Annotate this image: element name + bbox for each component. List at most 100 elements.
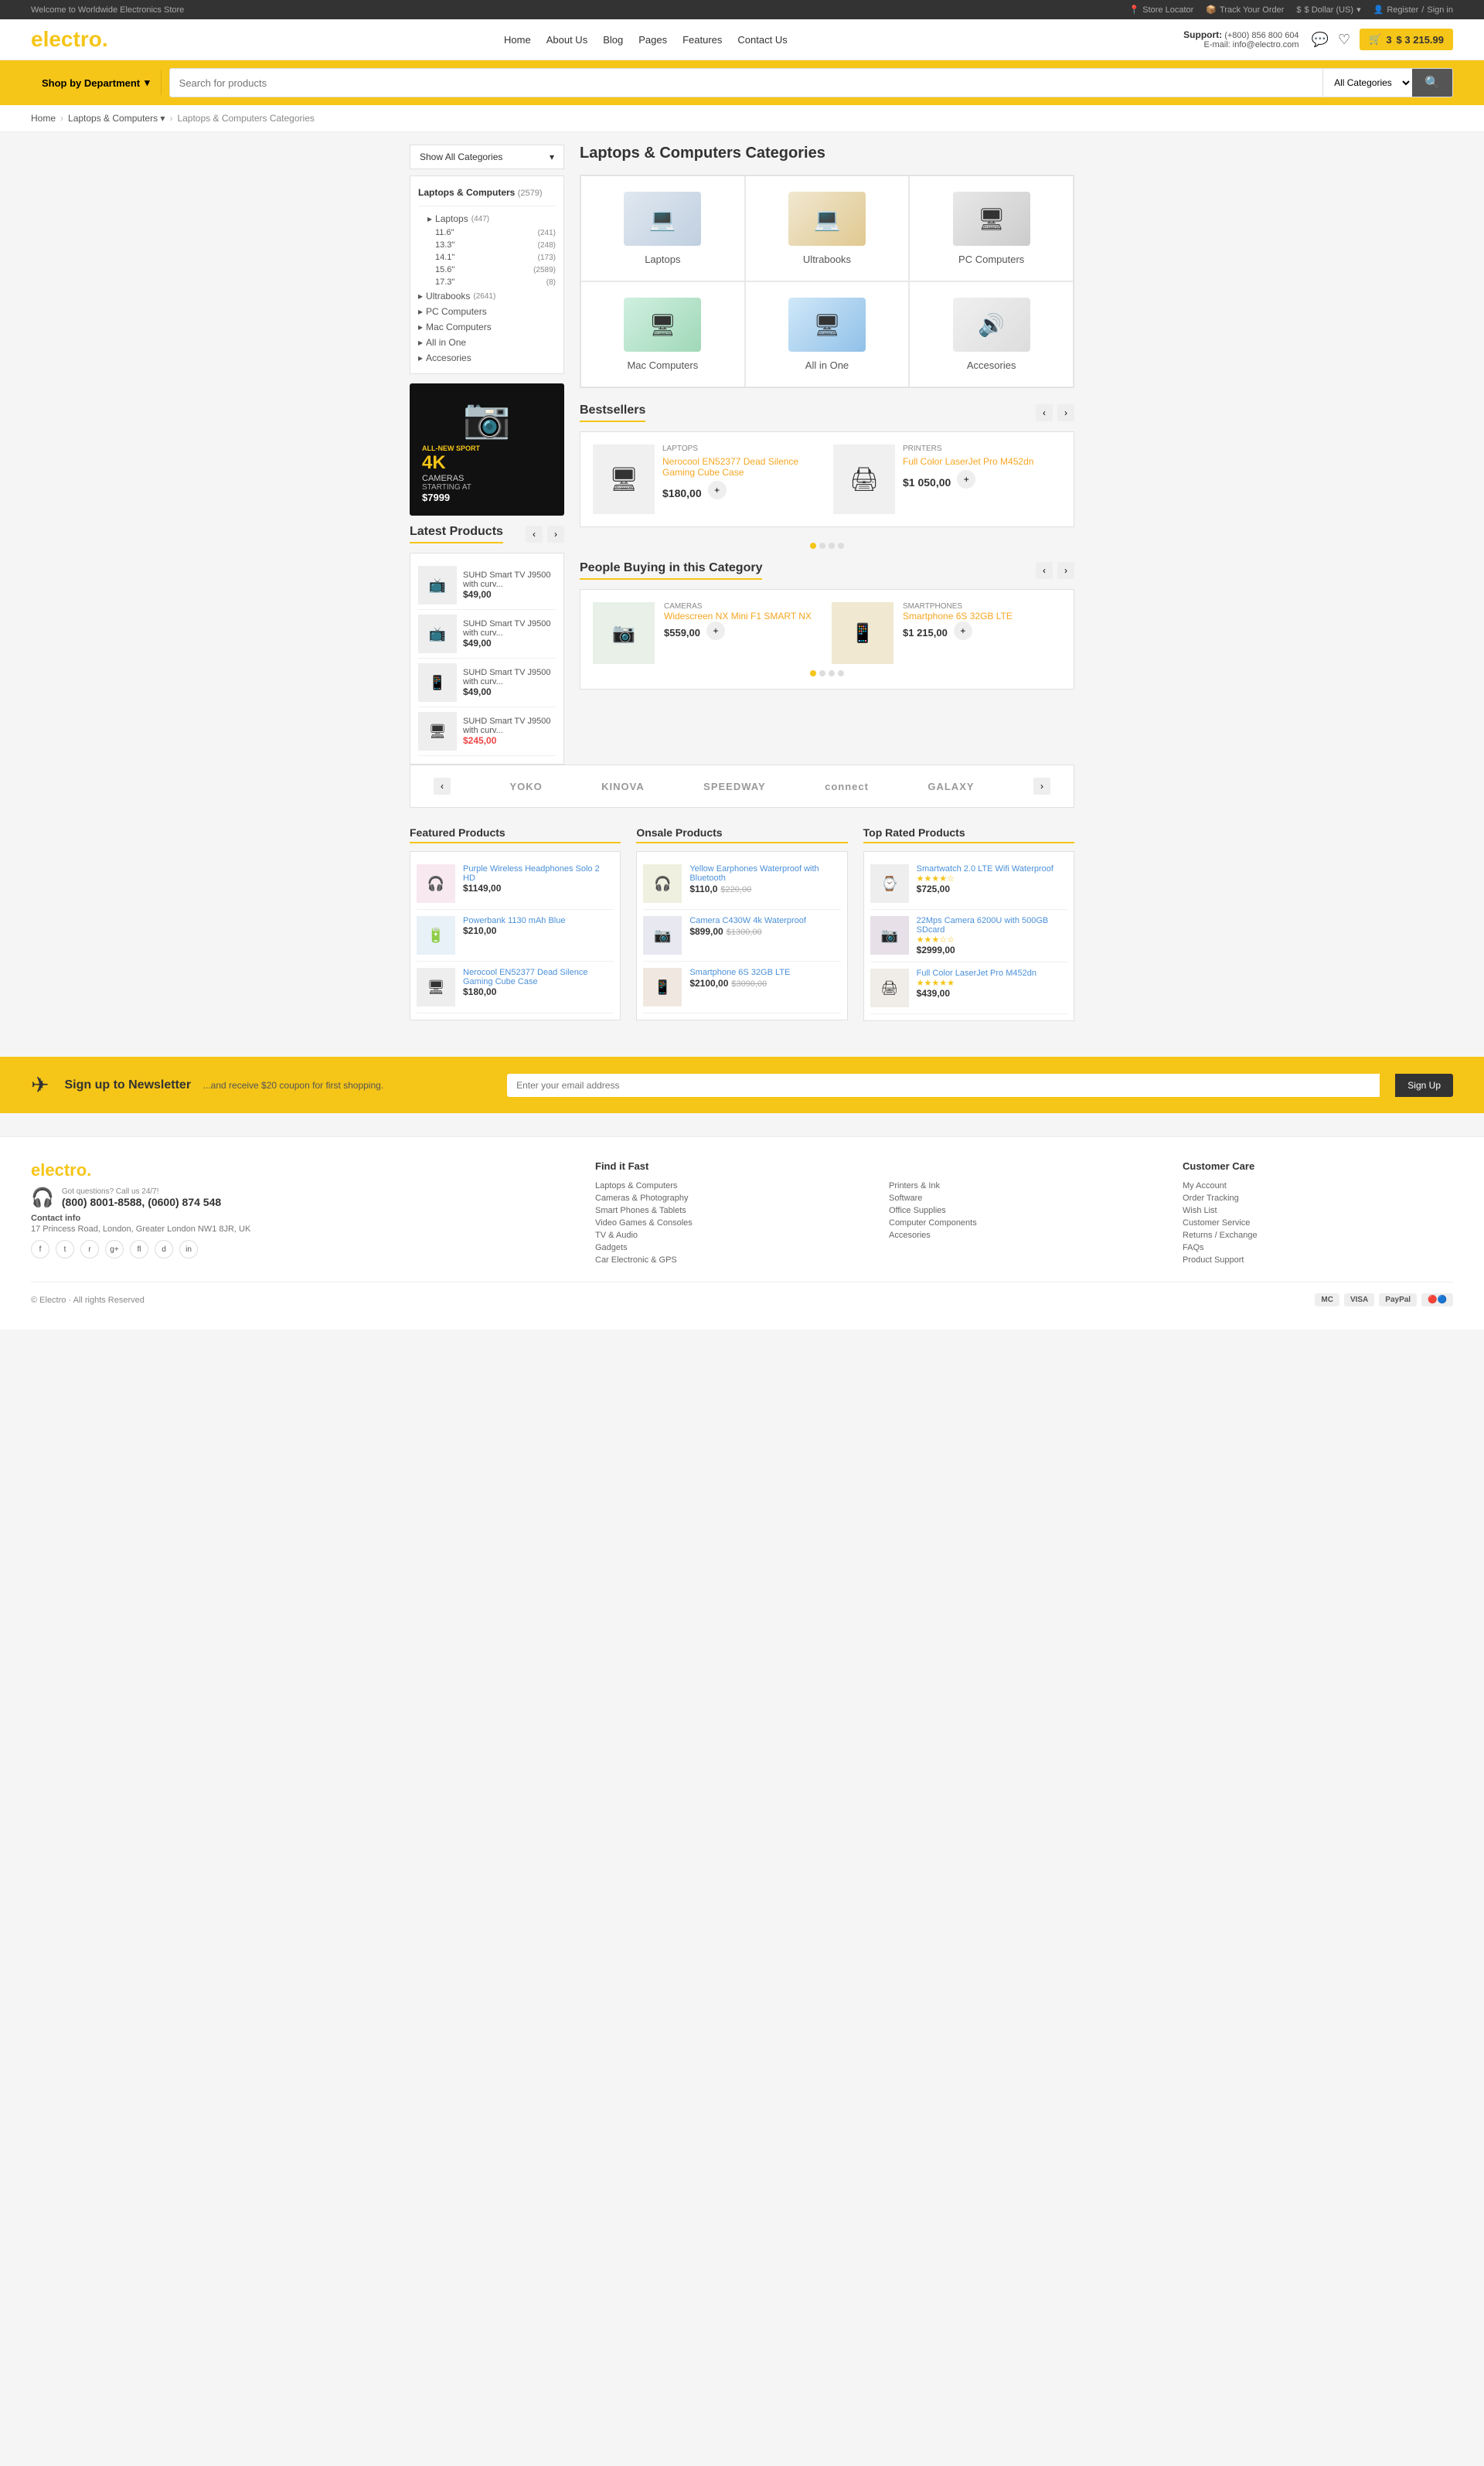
footer-link-faqs[interactable]: FAQs (1183, 1242, 1453, 1254)
breadcrumb-home[interactable]: Home (31, 113, 56, 124)
sidebar-banner[interactable]: 📷 All-New Sport 4K CAMERAS STARTING AT $… (410, 383, 564, 516)
cat-card-mac[interactable]: 🖥 Mac Computers (580, 281, 745, 387)
latest-prev[interactable]: ‹ (526, 526, 543, 543)
cat-card-ultrabooks[interactable]: 💻 Ultrabooks (745, 175, 910, 281)
toprated-img-1: 📷 (870, 916, 909, 955)
sidebar-ultrabooks[interactable]: ▸ Ultrabooks (2641) (418, 288, 556, 304)
wishlist-icon[interactable]: ♡ (1338, 32, 1350, 48)
brand-yoko[interactable]: YOKO (509, 781, 542, 792)
brand-connect[interactable]: connect (825, 781, 869, 792)
buying-add-btn-1[interactable]: + (954, 622, 972, 640)
list-item: 📱 SUHD Smart TV J9500 with curv... $49,0… (418, 659, 556, 707)
footer-link-printers[interactable]: Printers & Ink (889, 1180, 1159, 1192)
cat-card-pc[interactable]: 🖥 PC Computers (909, 175, 1074, 281)
flickr-icon[interactable]: fl (130, 1240, 148, 1259)
sidebar-main-cat[interactable]: Laptops & Computers (2579) (418, 184, 556, 201)
sidebar-14inch[interactable]: 14.1"(173) (435, 251, 556, 264)
store-locator[interactable]: 📍 Store Locator (1129, 5, 1194, 15)
nav-home[interactable]: Home (504, 34, 531, 46)
footer-link-office[interactable]: Office Supplies (889, 1204, 1159, 1217)
footer-link-smartphones[interactable]: Smart Phones & Tablets (595, 1204, 866, 1217)
footer-link-software[interactable]: Software (889, 1192, 1159, 1204)
nav-pages[interactable]: Pages (638, 34, 667, 46)
sidebar-11inch[interactable]: 11.6"(241) (435, 227, 556, 239)
cat-card-accesories[interactable]: 🔊 Accesories (909, 281, 1074, 387)
brand-speedway[interactable]: SPEEDWAY (703, 781, 766, 792)
footer-link-laptops[interactable]: Laptops & Computers (595, 1180, 866, 1192)
shop-by-department-button[interactable]: Shop by Department ▾ (31, 70, 162, 95)
featured-img-2: 🖥 (417, 968, 455, 1006)
sidebar-allinone[interactable]: ▸ All in One (418, 335, 556, 350)
sidebar-mac[interactable]: ▸ Mac Computers (418, 319, 556, 335)
footer-link-returns[interactable]: Returns / Exchange (1183, 1229, 1453, 1242)
newsletter-email-input[interactable] (507, 1074, 1380, 1097)
paypal-icon: PayPal (1379, 1293, 1417, 1306)
buying-next[interactable]: › (1057, 562, 1074, 579)
cat-card-laptops[interactable]: 💻 Laptops (580, 175, 745, 281)
footer-link-wishlist[interactable]: Wish List (1183, 1204, 1453, 1217)
show-categories-button[interactable]: Show All Categories ▾ (410, 145, 564, 169)
rss-icon[interactable]: r (80, 1240, 99, 1259)
cat-card-allinone[interactable]: 🖥 All in One (745, 281, 910, 387)
sidebar-15inch[interactable]: 15.6"(2589) (435, 264, 556, 276)
track-order[interactable]: 📦 Track Your Order (1206, 5, 1284, 15)
newsletter-signup-button[interactable]: Sign Up (1395, 1074, 1453, 1097)
nav-about[interactable]: About Us (546, 34, 587, 46)
bestsellers-dots (580, 543, 1074, 549)
footer-link-ordertracking[interactable]: Order Tracking (1183, 1192, 1453, 1204)
footer-customer-care-col: Customer Care My Account Order Tracking … (1183, 1160, 1453, 1266)
newsletter-icon: ✈ (31, 1072, 49, 1098)
nav-blog[interactable]: Blog (603, 34, 623, 46)
account-links[interactable]: 👤 Register / Sign in (1373, 5, 1453, 15)
nav-features[interactable]: Features (682, 34, 722, 46)
footer-link-components[interactable]: Computer Components (889, 1217, 1159, 1229)
search-button[interactable]: 🔍 (1412, 69, 1452, 97)
search-input[interactable] (170, 69, 1322, 97)
copyright: © Electro · All rights Reserved (31, 1296, 145, 1305)
bestsellers-prev[interactable]: ‹ (1036, 404, 1053, 421)
products-row: Featured Products 🎧 Purple Wireless Head… (410, 826, 1074, 1021)
bestsellers-next[interactable]: › (1057, 404, 1074, 421)
facebook-icon[interactable]: f (31, 1240, 49, 1259)
message-icon[interactable]: 💬 (1312, 32, 1329, 48)
footer-link-gadgets[interactable]: Gadgets (595, 1242, 866, 1254)
category-select[interactable]: All Categories (1322, 69, 1412, 97)
deviantart-icon[interactable]: d (155, 1240, 173, 1259)
footer-link-cameras[interactable]: Cameras & Photography (595, 1192, 866, 1204)
buying-dots (593, 670, 1061, 676)
footer-link-customerservice[interactable]: Customer Service (1183, 1217, 1453, 1229)
brands-next[interactable]: › (1033, 778, 1050, 795)
twitter-icon[interactable]: t (56, 1240, 74, 1259)
breadcrumb-laptops[interactable]: Laptops & Computers ▾ (68, 113, 165, 124)
footer-link-car[interactable]: Car Electronic & GPS (595, 1254, 866, 1266)
currency-selector[interactable]: $ $ Dollar (US) ▾ (1296, 5, 1360, 15)
onsale-item-0: 🎧 Yellow Earphones Waterproof with Bluet… (643, 858, 840, 910)
bestseller-add-btn-1[interactable]: + (957, 470, 975, 489)
people-buying-section: People Buying in this Category ‹ › 📷 Cam… (580, 561, 1074, 690)
brand-galaxy[interactable]: GALAXY (928, 781, 974, 792)
google-plus-icon[interactable]: g+ (105, 1240, 124, 1259)
logo[interactable]: electro. (31, 27, 108, 52)
footer-link-tv[interactable]: TV & Audio (595, 1229, 866, 1242)
toprated-img-0: ⌚ (870, 864, 909, 903)
brand-kinova[interactable]: KINOVA (601, 781, 645, 792)
sidebar-17inch[interactable]: 17.3"(8) (435, 276, 556, 288)
brands-prev[interactable]: ‹ (434, 778, 451, 795)
footer-link-accesories[interactable]: Accesories (889, 1229, 1159, 1242)
sidebar-pc[interactable]: ▸ PC Computers (418, 304, 556, 319)
onsale-item-1: 📷 Camera C430W 4k Waterproof $899,00$130… (643, 910, 840, 962)
sidebar-accesories[interactable]: ▸ Accesories (418, 350, 556, 366)
cart-button[interactable]: 🛒 3 $ 3 215.99 (1360, 29, 1453, 50)
latest-next[interactable]: › (547, 526, 564, 543)
sidebar-13inch[interactable]: 13.3"(248) (435, 239, 556, 251)
bestseller-add-btn-0[interactable]: + (708, 481, 727, 499)
buying-add-btn-0[interactable]: + (706, 622, 725, 640)
footer-link-myaccount[interactable]: My Account (1183, 1180, 1453, 1192)
footer-link-videogames[interactable]: Video Games & Consoles (595, 1217, 866, 1229)
sidebar-laptops-link[interactable]: ▸ Laptops (447) (427, 211, 556, 227)
buying-prev[interactable]: ‹ (1036, 562, 1053, 579)
nav-contact[interactable]: Contact Us (737, 34, 787, 46)
list-item: 📺 SUHD Smart TV J9500 with curv... $49,0… (418, 610, 556, 659)
footer-link-productsupport[interactable]: Product Support (1183, 1254, 1453, 1266)
linkedin-icon[interactable]: in (179, 1240, 198, 1259)
